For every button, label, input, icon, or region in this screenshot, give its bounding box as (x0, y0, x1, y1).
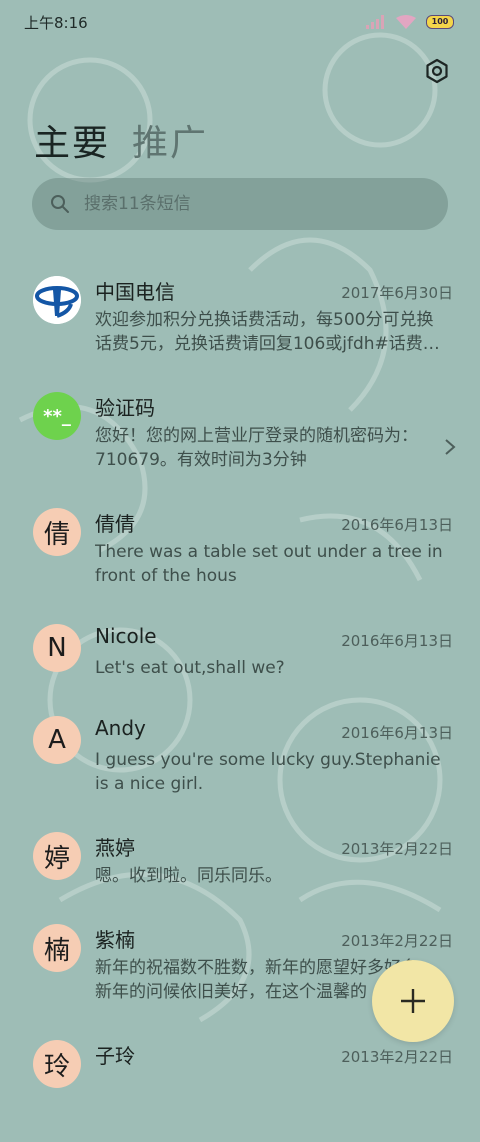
verification-code-avatar: **_ (33, 392, 81, 440)
search-icon (51, 195, 69, 213)
wifi-icon (396, 15, 416, 29)
contact-name: 中国电信 (95, 280, 175, 304)
conversation-item[interactable]: N Nicole 2016年6月13日 Let's eat out,shall … (0, 610, 480, 702)
contact-avatar: A (33, 716, 81, 764)
china-telecom-logo-icon (33, 276, 81, 324)
message-date: 2016年6月13日 (341, 724, 453, 742)
conversation-item[interactable]: **_ 验证码 您好！您的网上营业厅登录的随机密码为：710679。有效时间为3… (0, 378, 480, 494)
message-preview: Let's eat out,shall we? (95, 658, 285, 678)
conversation-item[interactable]: 婷 燕婷 2013年2月22日 嗯。收到啦。同乐同乐。 (0, 818, 480, 910)
conversation-item[interactable]: 中国电信 2017年6月30日 欢迎参加积分兑换话费活动，每500分可兑换话费5… (0, 262, 480, 378)
message-date: 2017年6月30日 (341, 284, 453, 302)
signal-icon (366, 15, 384, 29)
category-tabs: 主要 推广 (34, 114, 208, 166)
china-telecom-avatar (33, 276, 81, 324)
message-date: 2016年6月13日 (341, 516, 453, 534)
status-time: 上午8:16 (24, 13, 88, 32)
message-preview: 嗯。收到啦。同乐同乐。 (95, 866, 282, 886)
contact-avatar: 玲 (33, 1040, 81, 1088)
message-preview: I guess you're some lucky guy.Stephanie … (95, 750, 441, 794)
new-message-button[interactable] (372, 960, 454, 1042)
message-preview: There was a table set out under a tree i… (95, 542, 443, 586)
message-date: 2013年2月22日 (341, 932, 453, 950)
contact-avatar: 婷 (33, 832, 81, 880)
message-preview: 您好！您的网上营业厅登录的随机密码为：710679。有效时间为3分钟 (95, 426, 418, 470)
status-bar: 上午8:16 100 (0, 0, 480, 44)
battery-indicator: 100 (426, 15, 454, 29)
message-preview: 欢迎参加积分兑换话费活动，每500分可兑换话费5元，兑换话费请回复106或jfd… (95, 310, 440, 354)
contact-name: Andy (95, 716, 146, 740)
contact-name: 验证码 (95, 396, 155, 420)
settings-button[interactable] (424, 58, 450, 84)
contact-avatar: N (33, 624, 81, 672)
contact-name: 燕婷 (95, 836, 135, 860)
contact-name: 子玲 (95, 1044, 135, 1068)
plus-icon (401, 989, 425, 1013)
conversation-item[interactable]: A Andy 2016年6月13日 I guess you're some lu… (0, 702, 480, 818)
contact-name: 倩倩 (95, 512, 135, 536)
message-date: 2016年6月13日 (341, 632, 453, 650)
search-input[interactable] (82, 193, 406, 215)
settings-icon (426, 58, 448, 84)
status-icons: 100 (366, 15, 454, 29)
contact-name: 紫楠 (95, 928, 135, 952)
tab-main[interactable]: 主要 (34, 114, 110, 166)
message-date: 2013年2月22日 (341, 1048, 453, 1066)
contact-avatar: 楠 (33, 924, 81, 972)
contact-avatar: 倩 (33, 508, 81, 556)
chevron-right-icon (445, 439, 456, 455)
contact-name: Nicole (95, 624, 157, 648)
conversation-item[interactable]: 倩 倩倩 2016年6月13日 There was a table set ou… (0, 494, 480, 610)
tab-promotion[interactable]: 推广 (132, 114, 208, 166)
conversation-item[interactable]: 玲 子玲 2013年2月22日 (0, 1026, 480, 1142)
search-bar[interactable] (32, 178, 448, 230)
message-date: 2013年2月22日 (341, 840, 453, 858)
